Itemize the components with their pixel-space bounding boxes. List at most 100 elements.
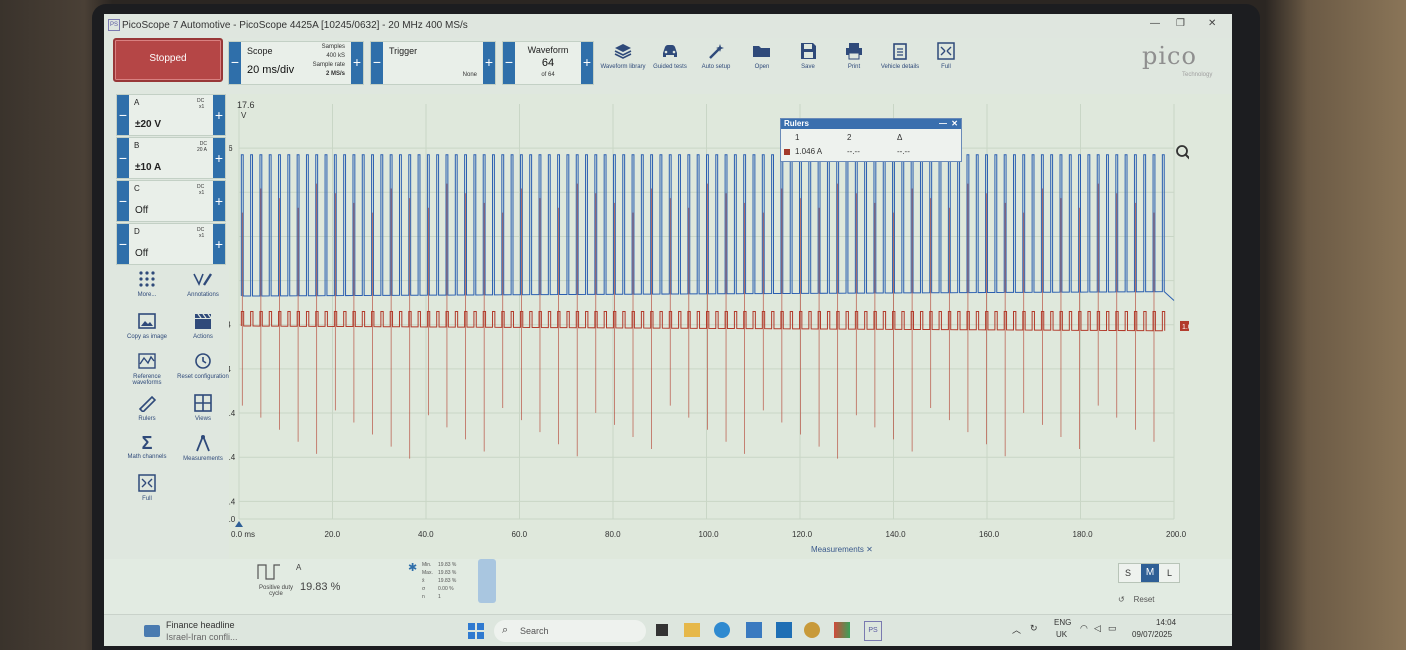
timebase-value[interactable]: 20 ms/div [247,64,294,76]
pico-logo: pico [1142,42,1197,70]
store-icon[interactable] [776,622,792,638]
channel-d-plus-button[interactable]: + [213,224,225,264]
clock-date[interactable]: 09/07/2025 [1132,630,1172,639]
sample-rate-label: Sample rate [312,62,345,68]
x-axis-tick-label: 140.0 [886,530,907,539]
rulers-close-icon[interactable]: ✕ [951,119,958,129]
reset-configuration-button[interactable]: Reset configuration [174,352,232,380]
restore-icon[interactable]: ❐ [1176,18,1185,29]
weather-widget-icon[interactable] [144,625,160,637]
taskbar-search[interactable]: ⌕ Search [494,620,646,642]
channel-d-range[interactable]: Off [135,248,148,259]
channel-b-range[interactable]: ±10 A [135,162,161,173]
wifi-icon[interactable]: ◠ [1080,623,1088,634]
scope-view[interactable]: 17.6V13.69.65.61.6-2.4-6.4-10.4-14.4-18.… [229,94,1192,579]
annotations-button[interactable]: Annotations [174,270,232,298]
clock-time[interactable]: 14:04 [1156,618,1176,627]
windows-start-icon[interactable] [468,623,484,639]
chrome-icon[interactable] [804,622,820,638]
floppy-disk-icon [801,43,816,59]
x-axis-tick-label: 160.0 [979,530,1000,539]
channel-a-minus-button[interactable]: − [117,95,129,135]
run-stop-button[interactable]: Stopped [113,38,223,82]
waveform-label: Waveform [527,45,569,55]
reset-button[interactable]: ↺ Reset [1118,595,1155,604]
compass-icon [196,435,210,452]
history-icon [195,353,211,369]
title-bar: PS PicoScope 7 Automotive - PicoScope 44… [104,14,1232,38]
channel-c-minus-button[interactable]: − [117,181,129,221]
trigger-minus-button[interactable]: − [371,42,383,84]
views-button[interactable]: Views [174,394,232,422]
copy-as-image-button[interactable]: Copy as image [118,312,176,340]
size-s-button[interactable]: S [1125,568,1131,578]
left-axis-tick-label: -18.4 [229,497,236,506]
sync-icon[interactable]: ↻ [1030,623,1038,634]
news-subtitle[interactable]: Israel-Iran confli... [166,632,238,642]
channel-c-control[interactable]: − + C DC x1 Off [116,180,226,222]
measurements-tab-close-icon[interactable]: ✕ [866,545,873,554]
app-icon[interactable] [746,622,762,638]
measurement-label: Positive duty cycle [258,585,294,597]
tray-chevron-icon[interactable]: ︿ [1012,623,1021,636]
full-screen-button[interactable]: Full [916,42,976,70]
timebase-minus-button[interactable]: − [229,42,241,84]
channel-a-plus-button[interactable]: + [213,95,225,135]
full-label: Full [941,64,951,70]
expand-icon [937,42,955,60]
channel-b-plus-button[interactable]: + [213,138,225,178]
actions-button[interactable]: Actions [174,312,232,340]
x-axis-tick-label: 80.0 [605,530,621,539]
actions-label: Actions [193,334,213,340]
left-axis-top-label: 17.6 [237,100,255,110]
scope-control: − + Scope 20 ms/div Samples 400 kS Sampl… [228,41,364,85]
channel-a-coupling: DC x1 [197,98,205,110]
task-view-icon[interactable] [656,624,668,636]
more-button[interactable]: More... [118,270,176,298]
channel-c-plus-button[interactable]: + [213,181,225,221]
size-toggle[interactable]: S M L [1118,563,1180,583]
duty-cycle-icon [257,564,280,580]
settings-gear-icon[interactable]: ✱ [408,561,418,574]
edge-icon[interactable] [714,622,730,638]
timebase-plus-button[interactable]: + [351,42,363,84]
math-channels-button[interactable]: Σ Math channels [118,434,176,460]
time-zero-marker [235,521,243,527]
rulers-minimize-icon[interactable]: — [939,119,947,129]
channel-d-minus-button[interactable]: − [117,224,129,264]
measurement-scroll-handle[interactable] [478,559,496,603]
trigger-plus-button[interactable]: + [483,42,495,84]
language-code[interactable]: ENG [1054,618,1071,627]
file-explorer-icon[interactable] [684,623,700,637]
app-logo-icon: PS [108,19,120,31]
channel-d-control[interactable]: − + D DC x1 Off [116,223,226,265]
trigger-mode[interactable]: None [463,72,477,78]
waveform-index[interactable]: 64 [503,57,593,69]
close-icon[interactable]: ✕ [1208,18,1216,29]
reference-waveforms-button[interactable]: Reference waveforms [118,352,176,386]
picoscope-taskbar-icon[interactable]: PS [864,621,882,641]
channel-c-range[interactable]: Off [135,205,148,216]
battery-icon[interactable]: ▭ [1108,623,1117,634]
rulers-button[interactable]: Rulers [118,394,176,422]
photos-icon[interactable] [834,622,850,638]
region-code[interactable]: UK [1056,630,1067,639]
rulers-panel[interactable]: Rulers — ✕ 1 2 Δ 1.046 A --.-- --.-- [780,118,962,162]
x-axis-tick-label: 20.0 [325,530,341,539]
sample-rate-value[interactable]: 2 MS/s [326,71,345,77]
channel-b-control[interactable]: − + B DC 20 A ±10 A [116,137,226,179]
measurements-tab[interactable]: Measurements ✕ [811,545,873,554]
volume-icon[interactable]: ◁ [1094,623,1101,634]
samples-value[interactable]: 400 kS [326,53,345,59]
minimize-icon[interactable]: — [1150,18,1160,29]
size-m-button[interactable]: M [1141,564,1159,582]
channel-b-minus-button[interactable]: − [117,138,129,178]
news-title[interactable]: Finance headline [166,620,235,630]
oscilloscope-graph[interactable]: 17.6V13.69.65.61.6-2.4-6.4-10.4-14.4-18.… [229,94,1189,564]
measurements-button[interactable]: Measurements [174,434,232,462]
stat-row: Max. 19.83 % [422,570,457,576]
channel-a-range[interactable]: ±20 V [135,119,161,130]
full-view-button[interactable]: Full [118,474,176,502]
channel-a-control[interactable]: − + A DC x1 ±20 V [116,94,226,136]
size-l-button[interactable]: L [1167,568,1172,578]
